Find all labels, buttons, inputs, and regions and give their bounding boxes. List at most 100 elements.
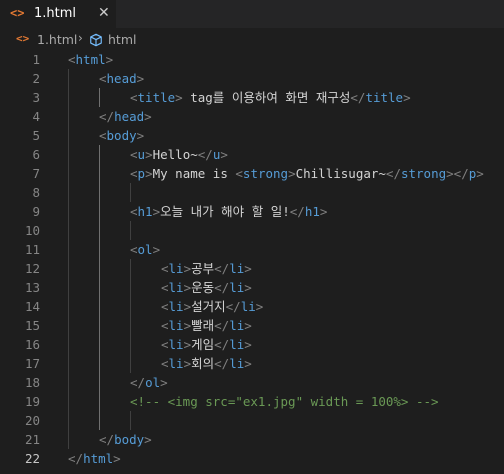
tab-bar: <> 1.html ✕: [0, 0, 504, 28]
breadcrumb: <> 1.html › html: [0, 28, 504, 50]
code-text: </ol>: [130, 373, 168, 392]
indent-guide: [68, 240, 69, 259]
code-line[interactable]: 1 <html>: [0, 50, 504, 69]
indent-guide: [68, 107, 69, 126]
code-token: li: [168, 356, 184, 371]
code-line[interactable]: 8: [0, 183, 504, 202]
code-token: </: [350, 90, 366, 105]
code-line[interactable]: 5 <body>: [0, 126, 504, 145]
indent-guide: [68, 88, 69, 107]
code-line[interactable]: 9 <h1>오늘 내가 해야 할 일!</h1>: [0, 202, 504, 221]
code-line[interactable]: 22 </html>: [0, 449, 504, 468]
html-file-icon: <>: [10, 6, 25, 20]
code-line[interactable]: 6 <u>Hello~</u>: [0, 145, 504, 164]
breadcrumb-file[interactable]: 1.html: [37, 32, 77, 47]
indent-guide: [68, 354, 69, 373]
code-token: <: [130, 166, 138, 181]
line-number: 2: [32, 71, 40, 86]
code-line[interactable]: 3 <title> tag를 이용하여 화면 재구성</title>: [0, 88, 504, 107]
code-editor[interactable]: 1 <html> 2 <head> 3 <title> tag를 이용하여 화면 재구성<…: [0, 50, 504, 474]
indent-guide: [130, 183, 131, 202]
code-token: </: [68, 451, 84, 466]
code-token: >: [244, 280, 252, 295]
code-text: <p>My name is <strong>Chillisugar~</stro…: [130, 164, 484, 183]
code-token: li: [229, 356, 245, 371]
code-token: li: [229, 280, 245, 295]
indent-guide: [99, 354, 100, 373]
code-token: ol: [145, 375, 161, 390]
code-token: <: [130, 242, 138, 257]
code-line[interactable]: 7 <p>My name is <strong>Chillisugar~</str…: [0, 164, 504, 183]
code-token: >: [220, 147, 228, 162]
code-token: >: [403, 90, 411, 105]
indent-guide: [68, 411, 69, 430]
indent-guide: [130, 221, 131, 240]
breadcrumb-separator: ›: [78, 31, 83, 45]
code-token: <: [161, 280, 169, 295]
code-line[interactable]: 21 </body>: [0, 430, 504, 449]
code-token: <!-- <img src="ex1.jpg" width = 100%> --…: [130, 394, 439, 409]
close-icon[interactable]: ✕: [98, 5, 110, 21]
code-text: </body>: [99, 430, 152, 449]
code-token: >: [105, 52, 114, 67]
code-token: li: [229, 337, 245, 352]
line-number: 1: [32, 52, 40, 67]
code-token: Chillisugar~: [295, 166, 386, 181]
code-token: body: [114, 432, 145, 447]
code-text: <body>: [99, 126, 144, 145]
indent-guide: [130, 354, 131, 373]
code-line[interactable]: 20: [0, 411, 504, 430]
indent-guide: [130, 259, 131, 278]
line-number: 9: [32, 204, 40, 219]
code-line[interactable]: 16 <li>게임</li>: [0, 335, 504, 354]
line-number: 13: [24, 280, 40, 295]
code-token: li: [229, 318, 245, 333]
code-line[interactable]: 13 <li>운동</li>: [0, 278, 504, 297]
line-number: 21: [24, 432, 40, 447]
code-token: >: [288, 166, 296, 181]
indent-guide: [99, 221, 100, 240]
code-text: <h1>오늘 내가 해야 할 일!</h1>: [130, 202, 327, 221]
code-line[interactable]: 2 <head>: [0, 69, 504, 88]
indent-guide: [68, 202, 69, 221]
indent-guide: [68, 335, 69, 354]
code-token: </: [214, 280, 230, 295]
breadcrumb-element[interactable]: html: [108, 32, 136, 47]
code-token: >: [183, 337, 192, 352]
indent-guide: [130, 316, 131, 335]
code-token: >: [183, 280, 192, 295]
code-line[interactable]: 4 </head>: [0, 107, 504, 126]
indent-guide: [68, 392, 69, 411]
code-line[interactable]: 11 <ol>: [0, 240, 504, 259]
code-line[interactable]: 15 <li>빨래</li>: [0, 316, 504, 335]
code-text: </html>: [68, 449, 121, 468]
code-token: 회의: [191, 356, 215, 371]
code-token: li: [168, 299, 184, 314]
code-line[interactable]: 17 <li>회의</li>: [0, 354, 504, 373]
indent-guide: [68, 183, 69, 202]
indent-guide: [68, 164, 69, 183]
line-number: 19: [24, 394, 40, 409]
code-token: </: [214, 261, 230, 276]
indent-guide: [99, 278, 100, 297]
code-token: My name is: [152, 166, 236, 181]
tab-html-file[interactable]: <> 1.html ✕: [0, 0, 116, 28]
line-number: 10: [24, 223, 40, 238]
code-line[interactable]: 12 <li>공부</li>: [0, 259, 504, 278]
code-token: <: [161, 261, 169, 276]
code-token: 빨래: [191, 318, 215, 333]
code-token: <: [130, 204, 138, 219]
code-token: li: [229, 261, 245, 276]
code-token: <: [161, 318, 169, 333]
line-number: 16: [24, 337, 40, 352]
code-line[interactable]: 18 </ol>: [0, 373, 504, 392]
indent-guide: [99, 145, 100, 164]
code-line[interactable]: 10: [0, 221, 504, 240]
code-text: <u>Hello~</u>: [130, 145, 228, 164]
code-token: p: [137, 166, 146, 181]
code-line[interactable]: 19 <!-- <img src="ex1.jpg" width = 100%> …: [0, 392, 504, 411]
code-text: <html>: [68, 50, 113, 69]
code-token: li: [168, 261, 184, 276]
code-token: <: [130, 90, 138, 105]
code-line[interactable]: 14 <li>설거지</li>: [0, 297, 504, 316]
